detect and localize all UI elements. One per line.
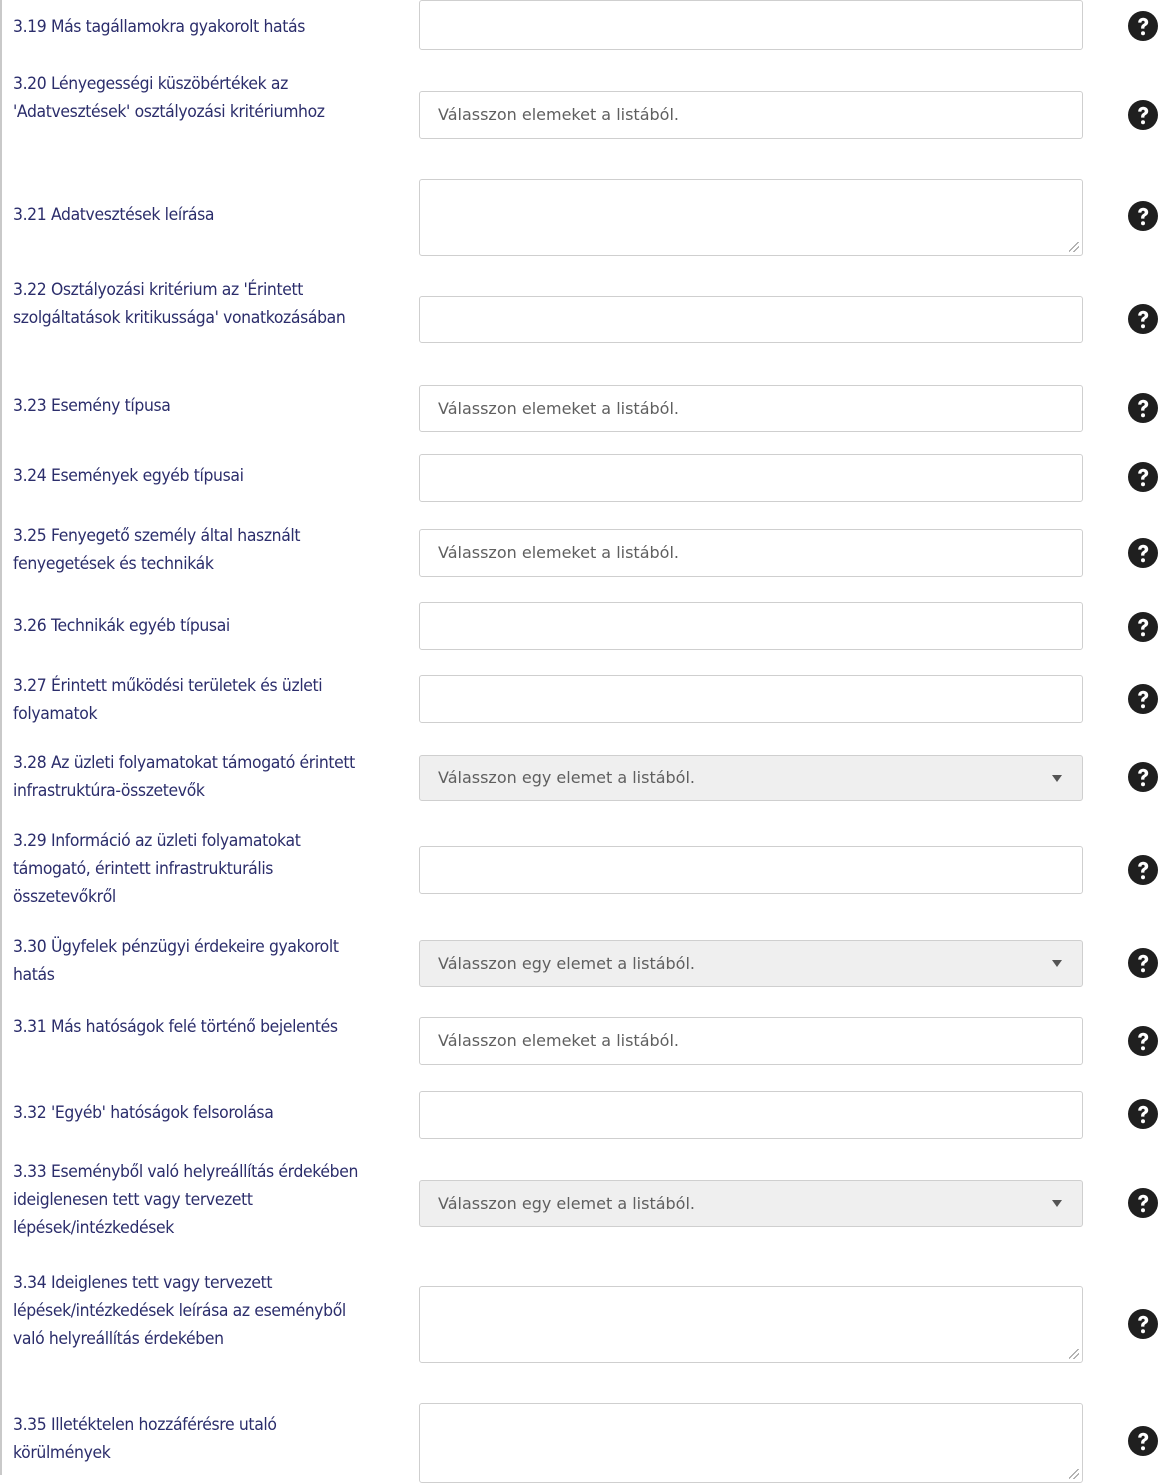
text-input-3-19[interactable] — [419, 0, 1083, 50]
field-label-3-21: 3.21 Adatvesztések leírása — [13, 205, 215, 225]
help-icon[interactable] — [1127, 1425, 1159, 1457]
help-icon[interactable] — [1127, 683, 1159, 715]
field-label-3-23: 3.23 Esemény típusa — [13, 396, 171, 416]
help-icon[interactable] — [1127, 1308, 1159, 1340]
field-label-3-29: 3.29 Információ az üzleti folyamatokat t… — [13, 831, 301, 907]
field-label-3-26: 3.26 Technikák egyéb típusai — [13, 616, 230, 636]
help-icon[interactable] — [1127, 611, 1159, 643]
field-placeholder: Válasszon elemeket a listából. — [438, 543, 679, 562]
field-label-3-27: 3.27 Érintett működési területek és üzle… — [13, 676, 323, 724]
textarea-field-3-34[interactable] — [419, 1286, 1083, 1363]
field-placeholder: Válasszon egy elemet a listából. — [438, 1194, 695, 1213]
multiselect-field-3-23[interactable]: Válasszon elemeket a listából. — [419, 385, 1083, 432]
field-label-3-33: 3.33 Eseményből való helyreállítás érdek… — [13, 1162, 359, 1238]
textarea-field-3-21[interactable] — [419, 179, 1083, 256]
field-label-3-20: 3.20 Lényegességi küszöbértékek az 'Adat… — [13, 74, 325, 122]
text-input-3-24[interactable] — [419, 454, 1083, 502]
help-icon[interactable] — [1127, 854, 1159, 886]
multiselect-field-3-31[interactable]: Válasszon elemeket a listából. — [419, 1017, 1083, 1065]
form-left-border — [0, 0, 2, 1475]
select-dropdown-3-28[interactable]: Válasszon egy elemet a listából. — [419, 755, 1083, 801]
field-label-3-31: 3.31 Más hatóságok felé történő bejelent… — [13, 1017, 338, 1037]
field-label-3-35: 3.35 Illetéktelen hozzáférésre utaló kör… — [13, 1415, 277, 1463]
field-label-3-22: 3.22 Osztályozási kritérium az 'Érintett… — [13, 280, 346, 328]
text-input-3-22[interactable] — [419, 296, 1083, 343]
help-icon[interactable] — [1127, 947, 1159, 979]
field-label-3-25: 3.25 Fenyegető személy által használt fe… — [13, 526, 301, 574]
resize-handle-icon[interactable] — [1069, 242, 1079, 252]
field-placeholder: Válasszon egy elemet a listából. — [438, 954, 695, 973]
select-dropdown-3-30[interactable]: Válasszon egy elemet a listából. — [419, 940, 1083, 987]
text-input-3-32[interactable] — [419, 1091, 1083, 1139]
resize-handle-icon[interactable] — [1069, 1469, 1079, 1479]
field-label-3-34: 3.34 Ideiglenes tett vagy tervezett lépé… — [13, 1273, 346, 1349]
field-placeholder: Válasszon elemeket a listából. — [438, 399, 679, 418]
field-label-3-24: 3.24 Események egyéb típusai — [13, 466, 244, 486]
field-label-3-19: 3.19 Más tagállamokra gyakorolt hatás — [13, 17, 306, 37]
textarea-field-3-35[interactable] — [419, 1403, 1083, 1483]
help-icon[interactable] — [1127, 537, 1159, 569]
help-icon[interactable] — [1127, 99, 1159, 131]
text-input-3-26[interactable] — [419, 602, 1083, 650]
field-placeholder: Válasszon elemeket a listából. — [438, 1031, 679, 1050]
caret-down-icon[interactable] — [1052, 1200, 1062, 1207]
help-icon[interactable] — [1127, 761, 1159, 793]
help-icon[interactable] — [1127, 1187, 1159, 1219]
field-label-3-28: 3.28 Az üzleti folyamatokat támogató éri… — [13, 753, 355, 801]
text-input-3-27[interactable] — [419, 675, 1083, 723]
help-icon[interactable] — [1127, 1025, 1159, 1057]
help-icon[interactable] — [1127, 200, 1159, 232]
caret-down-icon[interactable] — [1052, 960, 1062, 967]
field-placeholder: Válasszon egy elemet a listából. — [438, 768, 695, 787]
field-placeholder: Válasszon elemeket a listából. — [438, 105, 679, 124]
multiselect-field-3-25[interactable]: Válasszon elemeket a listából. — [419, 529, 1083, 577]
help-icon[interactable] — [1127, 1098, 1159, 1130]
help-icon[interactable] — [1127, 392, 1159, 424]
help-icon[interactable] — [1127, 10, 1159, 42]
help-icon[interactable] — [1127, 303, 1159, 335]
field-label-3-30: 3.30 Ügyfelek pénzügyi érdekeire gyakoro… — [13, 937, 339, 985]
resize-handle-icon[interactable] — [1069, 1349, 1079, 1359]
multiselect-field-3-20[interactable]: Válasszon elemeket a listából. — [419, 91, 1083, 139]
text-input-3-29[interactable] — [419, 846, 1083, 894]
field-label-3-32: 3.32 'Egyéb' hatóságok felsorolása — [13, 1103, 274, 1123]
select-dropdown-3-33[interactable]: Válasszon egy elemet a listából. — [419, 1180, 1083, 1227]
help-icon[interactable] — [1127, 461, 1159, 493]
caret-down-icon[interactable] — [1052, 775, 1062, 782]
